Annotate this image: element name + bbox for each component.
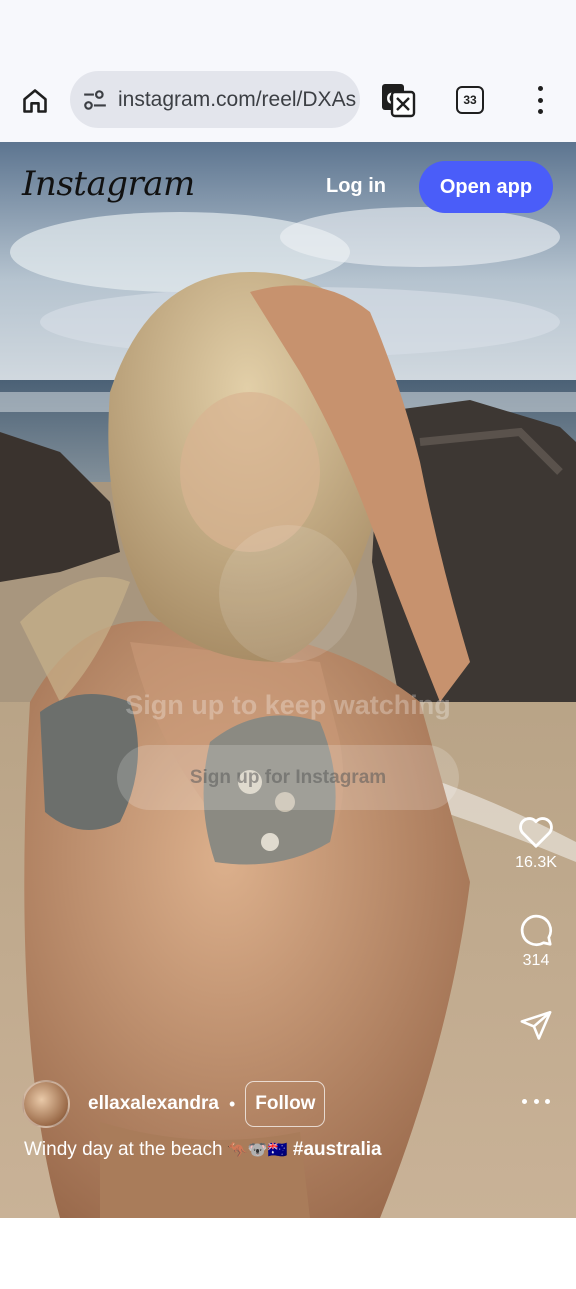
page-bottom [0,1218,576,1289]
instagram-logo[interactable]: Instagram [22,164,195,204]
username[interactable]: ellaxalexandra [88,1093,219,1115]
caption-emojis: 🦘🐨🇦🇺 [227,1140,288,1159]
signup-prompt-title: Sign up to keep watching [125,690,451,720]
site-settings-icon[interactable] [82,87,108,113]
follow-button[interactable]: Follow [245,1081,326,1127]
home-icon[interactable] [16,82,54,120]
caption: Windy day at the beach 🦘🐨🇦🇺 #australia [24,1139,382,1161]
browser-toolbar: instagram.com/reel/DXAs G 33 [0,56,576,142]
send-icon[interactable] [518,1008,554,1042]
profile-placeholder-circle [219,525,357,663]
heart-icon[interactable] [517,814,555,850]
video-frame [0,142,576,1218]
comment-count: 314 [522,952,550,969]
caption-text: Windy day at the beach [24,1139,223,1160]
url-text: instagram.com/reel/DXAs [118,87,357,111]
author-row: ellaxalexandra • Follow [22,1080,326,1128]
share-action[interactable] [506,1008,566,1042]
more-horiz-icon[interactable] [522,1096,550,1106]
comment-action[interactable]: 314 [506,912,566,970]
open-app-button[interactable]: Open app [419,161,553,213]
hashtag-link[interactable]: #australia [293,1139,382,1160]
login-link[interactable]: Log in [326,175,386,198]
tabs-icon[interactable]: 33 [456,86,484,114]
address-bar[interactable]: instagram.com/reel/DXAs [70,71,360,128]
comment-icon[interactable] [518,912,554,948]
avatar[interactable] [22,1080,70,1128]
tab-count: 33 [463,93,477,107]
signup-button[interactable]: Sign up for Instagram [117,745,459,810]
translate-icon[interactable]: G [380,82,416,118]
like-action[interactable]: 16.3K [506,814,566,872]
reel-video[interactable]: Instagram Log in Open app Sign up to kee… [0,142,576,1218]
like-count: 16.3K [515,854,557,871]
separator-dot: • [228,1093,236,1114]
more-vert-icon[interactable] [528,84,552,116]
status-bar [0,0,576,56]
